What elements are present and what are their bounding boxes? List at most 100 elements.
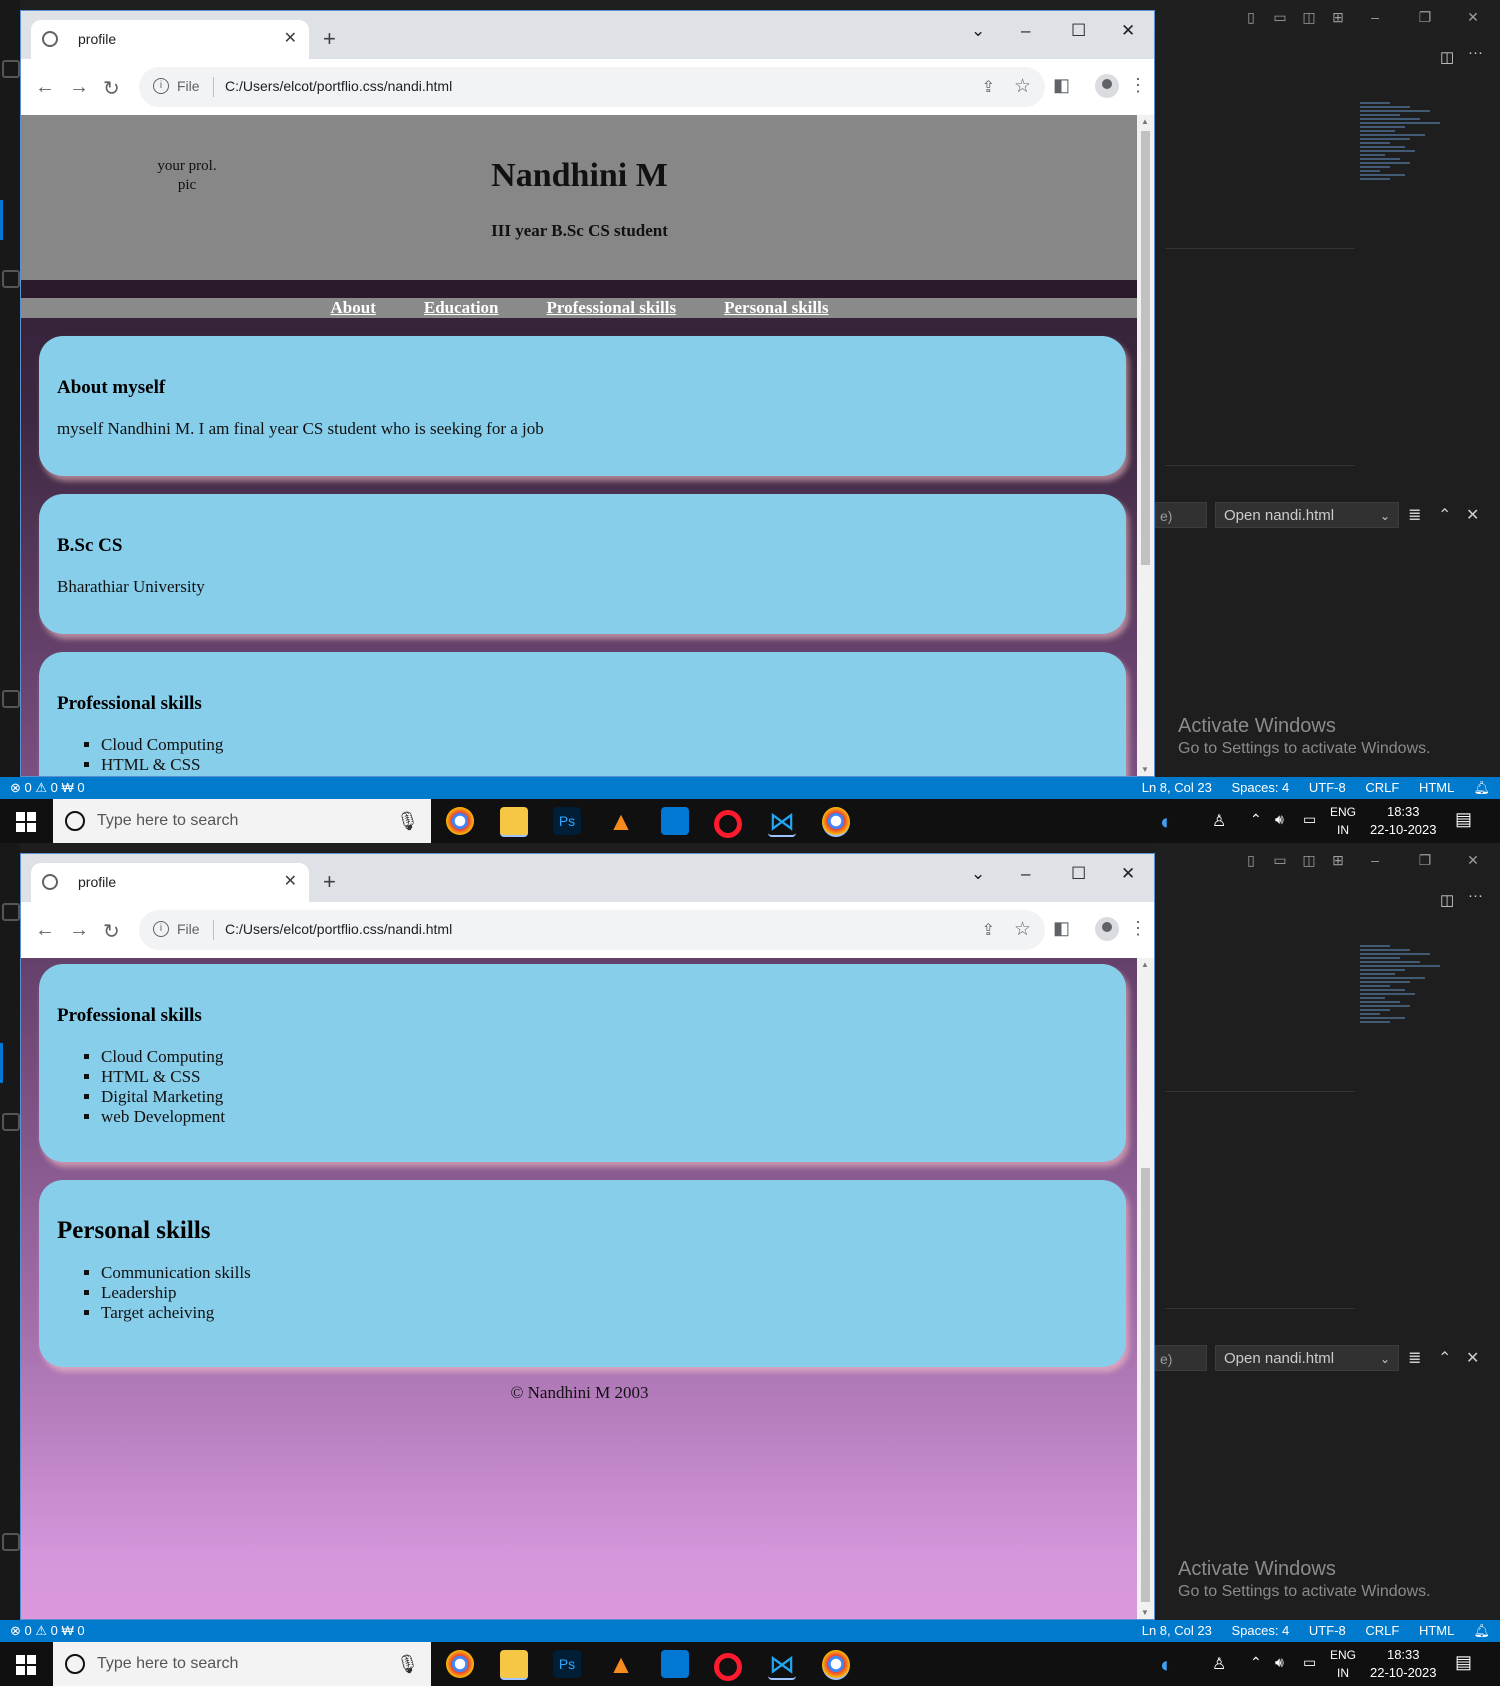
open-file-dropdown[interactable]: Open nandi.html ⌄ [1215, 502, 1399, 528]
status-indentation[interactable]: Spaces: 4 [1231, 1623, 1289, 1638]
page-scrollbar[interactable]: ▲ ▼ [1137, 958, 1154, 1619]
language-indicator[interactable]: ENG IN [1330, 803, 1356, 839]
layout-panel-icon[interactable]: ▭ [1272, 10, 1288, 24]
updates-icon[interactable]: ◐ [1160, 809, 1173, 843]
vscode-taskbar-icon[interactable]: ⋈ [768, 1650, 796, 1680]
restore-icon[interactable]: ❐ [1417, 10, 1433, 24]
close-icon[interactable]: ✕ [1465, 853, 1481, 867]
side-panel-icon[interactable]: ◧ [1053, 75, 1070, 96]
forward-icon[interactable]: → [69, 76, 89, 99]
reload-icon[interactable]: ↻ [103, 76, 120, 101]
volume-icon[interactable]: 🔊︎ [1275, 1654, 1284, 1686]
file-explorer-icon[interactable] [500, 1650, 528, 1680]
scroll-up-icon[interactable]: ▲ [1141, 960, 1149, 969]
volume-icon[interactable]: 🔊︎ [1275, 811, 1284, 843]
layout-panel-icon[interactable]: ▭ [1272, 853, 1288, 867]
restore-icon[interactable]: ❐ [1417, 853, 1433, 867]
maximize-icon[interactable]: ☐ [1071, 21, 1086, 41]
layout-custom-icon[interactable]: ⊞ [1330, 853, 1346, 867]
bookmark-star-icon[interactable]: ☆ [1014, 75, 1031, 98]
layout-sidebar-icon[interactable]: ▯ [1243, 10, 1259, 24]
info-icon[interactable]: i [153, 921, 169, 937]
close-panel-icon[interactable]: ✕ [1466, 1348, 1479, 1368]
side-panel-icon[interactable]: ◧ [1053, 918, 1070, 939]
vlc-icon[interactable]: ▲ [607, 1650, 635, 1678]
language-indicator[interactable]: ENG IN [1330, 1646, 1356, 1682]
file-explorer-icon[interactable] [500, 807, 528, 837]
taskbar-search[interactable]: Type here to search 🎙︎ [53, 1642, 431, 1686]
minimap[interactable] [1360, 100, 1440, 230]
back-icon[interactable]: ← [35, 76, 55, 99]
close-tab-icon[interactable]: ✕ [284, 28, 297, 48]
chevron-up-icon[interactable]: ⌃ [1438, 505, 1451, 525]
page-scrollbar[interactable]: ▲ ▼ [1137, 115, 1154, 776]
menu-dots-icon[interactable]: ⋮ [1129, 918, 1147, 939]
chevron-up-tray-icon[interactable]: ⌃ [1250, 811, 1262, 843]
menu-dots-icon[interactable]: ⋮ [1129, 75, 1147, 96]
more-actions-icon[interactable]: ··· [1468, 887, 1483, 904]
url-text[interactable]: C:/Users/elcot/portflio.css/nandi.html [225, 921, 452, 937]
layout-split-icon[interactable]: ◫ [1301, 853, 1317, 867]
profile-avatar-icon[interactable] [1095, 74, 1119, 98]
list-icon[interactable]: ≣ [1408, 1348, 1421, 1368]
photoshop-icon[interactable]: Ps [553, 1650, 581, 1678]
url-text[interactable]: C:/Users/elcot/portflio.css/nandi.html [225, 78, 452, 94]
scroll-thumb[interactable] [1141, 131, 1150, 565]
tab-search-icon[interactable]: ⌄ [971, 864, 985, 884]
open-file-dropdown[interactable]: Open nandi.html ⌄ [1215, 1345, 1399, 1371]
status-encoding[interactable]: UTF-8 [1309, 1623, 1346, 1638]
split-editor-icon[interactable]: ◫ [1440, 891, 1454, 909]
nav-link-education[interactable]: Education [424, 298, 499, 318]
bell-icon[interactable]: 🔔︎ [1473, 1623, 1490, 1638]
start-button[interactable] [16, 812, 36, 832]
status-eol[interactable]: CRLF [1365, 780, 1399, 795]
network-icon[interactable]: ▭ [1303, 811, 1316, 843]
more-actions-icon[interactable]: ··· [1468, 44, 1483, 61]
opera-icon[interactable] [714, 1653, 742, 1681]
find-input[interactable]: e) [1155, 1345, 1207, 1371]
new-tab-button[interactable]: + [323, 869, 336, 895]
status-problems[interactable]: ⊗ 0 ⚠ 0 ₩ 0 [10, 777, 85, 799]
close-icon[interactable]: ✕ [1465, 10, 1481, 24]
close-window-icon[interactable]: ✕ [1121, 21, 1135, 41]
microphone-icon[interactable]: 🎙︎ [396, 1642, 419, 1686]
people-icon[interactable]: ♙ [1212, 1654, 1226, 1686]
vscode-taskbar-icon[interactable]: ⋈ [768, 807, 796, 837]
page-viewport[interactable]: your prol.pic Nandhini M III year B.Sc C… [21, 115, 1138, 776]
page-viewport[interactable]: your prol.pic Nandhini M III year B.Sc C… [21, 958, 1138, 1619]
profile-avatar-icon[interactable] [1095, 917, 1119, 941]
find-input[interactable]: e) [1155, 502, 1207, 528]
minimize-icon[interactable]: – [1367, 10, 1383, 24]
address-bar[interactable]: i File C:/Users/elcot/portflio.css/nandi… [139, 67, 1045, 107]
photoshop-icon[interactable]: Ps [553, 807, 581, 835]
tab-profile[interactable]: profile ✕ [31, 20, 309, 59]
minimap[interactable] [1360, 943, 1440, 1073]
chevron-up-tray-icon[interactable]: ⌃ [1250, 1654, 1262, 1686]
clock[interactable]: 18:33 22-10-2023 [1370, 803, 1437, 839]
notifications-icon[interactable]: ▤ [1455, 1652, 1472, 1686]
reload-icon[interactable]: ↻ [103, 919, 120, 944]
close-window-icon[interactable]: ✕ [1121, 864, 1135, 884]
layout-custom-icon[interactable]: ⊞ [1330, 10, 1346, 24]
scroll-down-icon[interactable]: ▼ [1141, 765, 1149, 774]
network-icon[interactable]: ▭ [1303, 1654, 1316, 1686]
info-icon[interactable]: i [153, 78, 169, 94]
status-eol[interactable]: CRLF [1365, 1623, 1399, 1638]
status-problems[interactable]: ⊗ 0 ⚠ 0 ₩ 0 [10, 1620, 85, 1642]
account-icon[interactable] [2, 690, 20, 708]
status-encoding[interactable]: UTF-8 [1309, 780, 1346, 795]
vlc-icon[interactable]: ▲ [607, 807, 635, 835]
share-icon[interactable]: ⇪ [982, 77, 995, 97]
minimize-icon[interactable]: – [1021, 864, 1030, 884]
split-editor-icon[interactable]: ◫ [1440, 48, 1454, 66]
bookmark-star-icon[interactable]: ☆ [1014, 918, 1031, 941]
chrome-active-taskbar-icon[interactable] [822, 1650, 850, 1680]
minimize-icon[interactable]: – [1367, 853, 1383, 867]
tab-profile[interactable]: profile ✕ [31, 863, 309, 902]
list-icon[interactable]: ≣ [1408, 505, 1421, 525]
scroll-down-icon[interactable]: ▼ [1141, 1608, 1149, 1617]
scroll-up-icon[interactable]: ▲ [1141, 117, 1149, 126]
notifications-icon[interactable]: ▤ [1455, 809, 1472, 843]
status-indentation[interactable]: Spaces: 4 [1231, 780, 1289, 795]
nav-link-about[interactable]: About [331, 298, 376, 318]
